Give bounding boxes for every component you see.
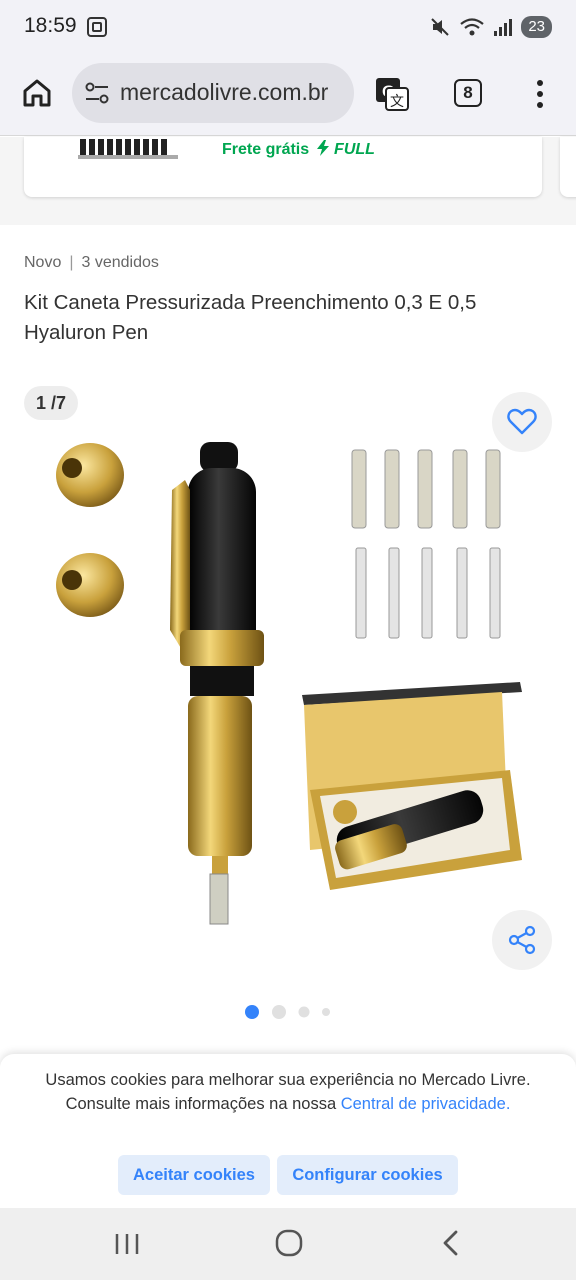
related-products-strip: Frete grátis FULL <box>0 137 576 225</box>
gold-nut-bottom <box>56 553 124 617</box>
free-shipping-text: Frete grátis <box>222 141 310 158</box>
carousel-dots[interactable] <box>0 1002 576 1022</box>
gold-nut-top <box>56 443 124 507</box>
heart-icon <box>507 408 537 435</box>
share-button[interactable] <box>492 910 552 970</box>
back-icon[interactable] <box>438 1228 464 1258</box>
product-title: Kit Caneta Pressurizada Preenchimento 0,… <box>24 291 477 344</box>
image-counter: 1 /7 <box>24 386 79 420</box>
full-badge: FULL <box>334 141 375 158</box>
svg-text:文: 文 <box>390 93 404 109</box>
carousel-dot-active <box>245 1005 259 1019</box>
product-image[interactable] <box>40 430 540 930</box>
battery-icon: 23 <box>521 16 552 38</box>
carousel-dot <box>298 1006 310 1018</box>
status-bar: 18:59 23 <box>0 0 576 56</box>
home-circle-icon[interactable] <box>274 1228 304 1258</box>
translate-icon[interactable]: G 文 <box>374 76 410 112</box>
cookie-text: Usamos cookies para melhorar sua experiê… <box>40 1068 536 1116</box>
signal-icon <box>494 19 513 36</box>
hyaluron-pen <box>170 442 264 925</box>
url-bar[interactable]: mercadolivre.com.br <box>72 63 354 123</box>
product-thumbnail <box>78 137 188 159</box>
configure-cookies-button[interactable]: Configurar cookies <box>277 1155 458 1195</box>
free-shipping-label: Frete grátis FULL <box>222 140 375 159</box>
accept-cookies-button[interactable]: Aceitar cookies <box>118 1155 270 1195</box>
favorite-button[interactable] <box>492 392 552 452</box>
related-product-card[interactable]: Frete grátis FULL <box>24 137 542 197</box>
carousel-dot <box>272 1005 286 1019</box>
screenshot-icon <box>87 17 107 37</box>
product-subtitle: Novo | 3 vendidos <box>24 254 159 271</box>
carousel-dot <box>322 1008 330 1016</box>
status-icons: 23 <box>429 14 552 40</box>
browser-toolbar: mercadolivre.com.br G 文 8 <box>0 56 576 136</box>
url-text[interactable]: mercadolivre.com.br <box>120 79 328 106</box>
cookie-banner: Usamos cookies para melhorar sua experiê… <box>0 1054 576 1208</box>
product-sold-count: 3 vendidos <box>81 254 159 271</box>
status-time: 18:59 <box>24 14 77 37</box>
related-product-card-next[interactable] <box>560 137 576 197</box>
tab-switcher-button[interactable]: 8 <box>454 79 482 107</box>
system-nav-bar <box>0 1208 576 1280</box>
home-icon[interactable] <box>20 76 54 110</box>
recents-icon[interactable] <box>112 1230 142 1258</box>
tune-icon[interactable] <box>84 81 110 105</box>
wifi-icon <box>460 18 485 36</box>
product-gallery[interactable]: 1 /7 <box>0 380 576 1020</box>
ampoules <box>351 449 501 639</box>
privacy-center-link[interactable]: Central de privacidade. <box>341 1095 511 1113</box>
gift-box <box>302 682 522 890</box>
share-icon <box>508 925 536 955</box>
lightning-icon <box>316 140 329 156</box>
mute-icon <box>431 18 450 36</box>
product-condition: Novo <box>24 254 62 271</box>
more-vert-icon[interactable] <box>530 78 550 110</box>
